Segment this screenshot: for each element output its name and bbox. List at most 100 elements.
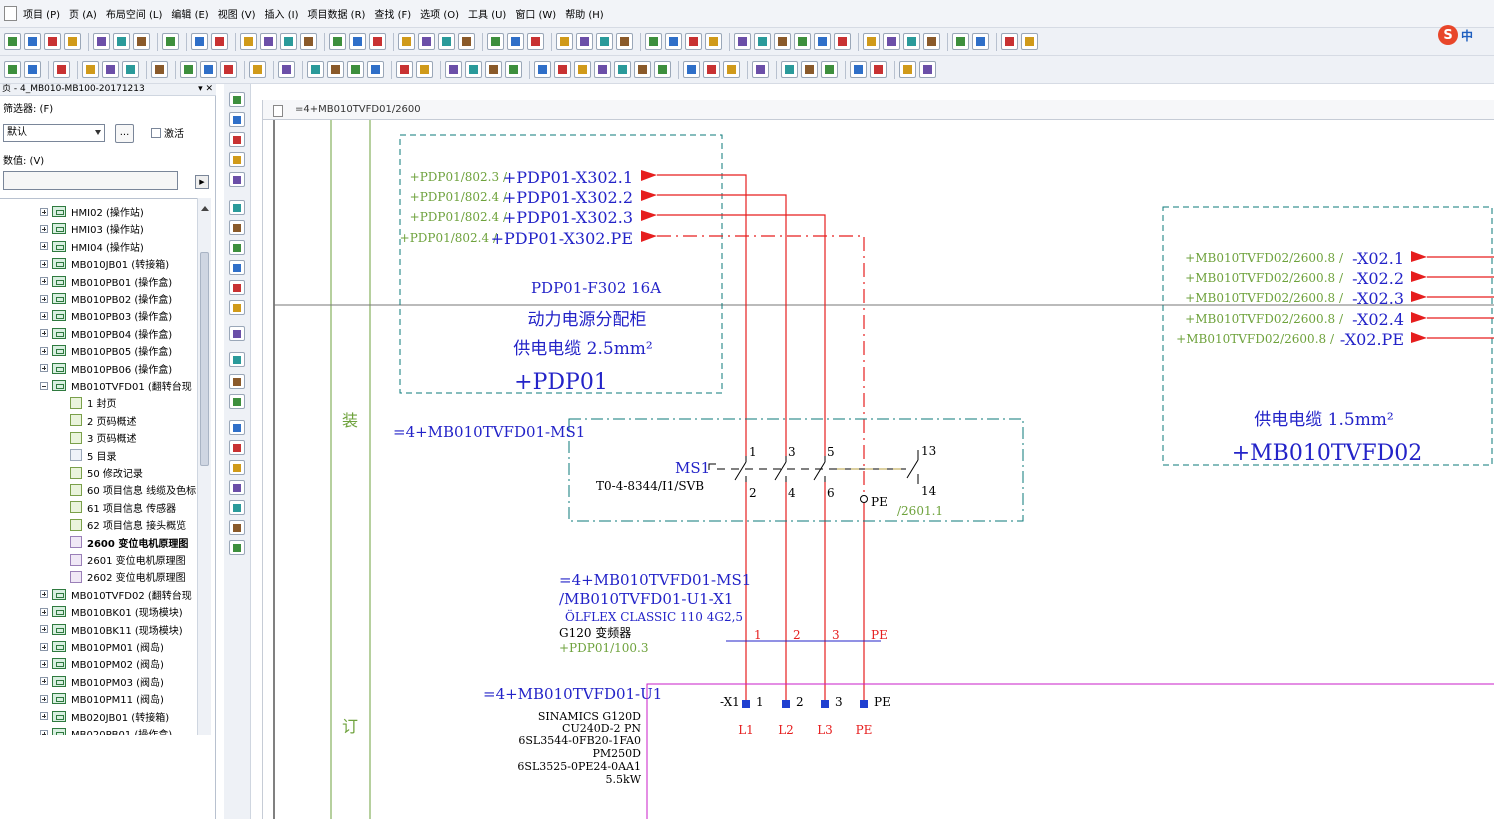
toolbar-button[interactable] xyxy=(249,61,266,78)
expand-icon[interactable] xyxy=(40,712,48,721)
draw-tool-button[interactable] xyxy=(229,374,245,389)
toolbar-button[interactable] xyxy=(180,61,197,78)
vfd2-tag[interactable]: +MB010TVFD02 xyxy=(1232,441,1423,466)
tree-node[interactable]: MB010PB04 (操作盒) xyxy=(40,325,172,342)
toolbar-button[interactable] xyxy=(594,61,611,78)
toolbar-button[interactable] xyxy=(821,61,838,78)
expand-icon[interactable] xyxy=(40,607,48,616)
toolbar-button[interactable] xyxy=(465,61,482,78)
toolbar-button[interactable] xyxy=(82,61,99,78)
toolbar-button[interactable] xyxy=(438,33,455,50)
expand-icon[interactable] xyxy=(40,277,48,286)
value-apply-button[interactable]: ▶ xyxy=(195,175,209,189)
expand-icon[interactable] xyxy=(40,694,48,703)
connector-pin-icon[interactable] xyxy=(821,700,829,708)
draw-tool-button[interactable] xyxy=(229,220,245,235)
toolbar-button[interactable] xyxy=(556,33,573,50)
wire-l3[interactable] xyxy=(657,214,826,456)
tree-scrollbar[interactable] xyxy=(197,198,211,735)
toolbar-button[interactable] xyxy=(485,61,502,78)
menu-options[interactable]: 选项 (O) xyxy=(420,6,459,21)
tree-node[interactable]: MB010JB01 (转接箱) xyxy=(40,255,169,272)
toolbar-button[interactable] xyxy=(200,61,217,78)
tree-node[interactable]: MB010PM11 (阀岛) xyxy=(40,690,164,707)
draw-tool-button[interactable] xyxy=(229,200,245,215)
menu-insert[interactable]: 插入 (I) xyxy=(265,6,299,21)
menu-window[interactable]: 窗口 (W) xyxy=(515,6,556,21)
toolbar-button[interactable] xyxy=(327,61,344,78)
tree-node[interactable]: MB010PB01 (操作盒) xyxy=(40,273,172,290)
tree-node[interactable]: MB010PB05 (操作盒) xyxy=(40,342,172,359)
tree-page-item[interactable]: 5 目录 xyxy=(70,447,117,464)
wire-l1[interactable] xyxy=(657,174,747,456)
toolbar-button[interactable] xyxy=(280,33,297,50)
vfd2-terminal-pe[interactable]: -X02.PE xyxy=(1340,330,1404,349)
schematic-canvas[interactable]: =4+MB010TVFD01/2600 装 订 +PDP01/802.3 / +… xyxy=(262,100,1494,819)
toolbar-button[interactable] xyxy=(122,61,139,78)
tree-page-item[interactable]: 2602 变位电机原理图 xyxy=(70,568,186,585)
tree-node[interactable]: MB010BK11 (现场模块) xyxy=(40,621,183,638)
tree-page-item[interactable]: 2600 变位电机原理图 xyxy=(70,534,188,551)
filter-browse-button[interactable]: ... xyxy=(115,124,134,143)
toolbar-button[interactable] xyxy=(527,33,544,50)
toolbar-button[interactable] xyxy=(329,33,346,50)
toolbar-button[interactable] xyxy=(645,33,662,50)
tree-node[interactable]: MB010PM01 (阀岛) xyxy=(40,638,164,655)
menu-project-data[interactable]: 项目数据 (R) xyxy=(307,6,365,21)
toolbar-button[interactable] xyxy=(418,33,435,50)
expand-icon[interactable] xyxy=(40,294,48,303)
u1-device-border[interactable] xyxy=(646,683,1494,819)
toolbar-button[interactable] xyxy=(654,61,671,78)
pdp-tag[interactable]: +PDP01 xyxy=(514,370,608,395)
expand-icon[interactable] xyxy=(40,590,48,599)
pdp-terminal-pe[interactable]: +PDP01-X302.PE xyxy=(491,229,633,248)
expand-icon[interactable] xyxy=(40,259,48,268)
vfd2-terminal-1[interactable]: -X02.1 xyxy=(1352,249,1404,268)
expand-icon[interactable] xyxy=(40,224,48,233)
vfd2-terminal-4[interactable]: -X02.4 xyxy=(1352,310,1404,329)
toolbar-button[interactable] xyxy=(919,61,936,78)
connector-pin-icon[interactable] xyxy=(782,700,790,708)
toolbar-button[interactable] xyxy=(705,33,722,50)
tree-node[interactable]: MB010BK01 (现场模块) xyxy=(40,603,183,620)
tree-page-item[interactable]: 61 项目信息 传感器 xyxy=(70,499,176,516)
pdp-terminal-2[interactable]: +PDP01-X302.2 xyxy=(503,188,633,207)
toolbar-button[interactable] xyxy=(574,61,591,78)
toolbar-button[interactable] xyxy=(369,33,386,50)
toolbar-button[interactable] xyxy=(794,33,811,50)
value-input[interactable] xyxy=(3,171,178,190)
ms1-label[interactable]: MS1 xyxy=(675,459,710,477)
toolbar-button[interactable] xyxy=(24,33,41,50)
toolbar-button[interactable] xyxy=(554,61,571,78)
toolbar-button[interactable] xyxy=(93,33,110,50)
expand-icon[interactable] xyxy=(40,311,48,320)
filter-select[interactable]: 默认 xyxy=(3,124,105,142)
toolbar-button[interactable] xyxy=(863,33,880,50)
toolbar-button[interactable] xyxy=(113,33,130,50)
toolbar-button[interactable] xyxy=(634,61,651,78)
menu-page[interactable]: 页 (A) xyxy=(69,6,97,21)
toolbar-button[interactable] xyxy=(367,61,384,78)
draw-tool-button[interactable] xyxy=(229,394,245,409)
toolbar-button[interactable] xyxy=(4,33,21,50)
toolbar-button[interactable] xyxy=(240,33,257,50)
toolbar-button[interactable] xyxy=(191,33,208,50)
toolbar-button[interactable] xyxy=(349,33,366,50)
tree-node[interactable]: MB010PM03 (阀岛) xyxy=(40,673,164,690)
toolbar-button[interactable] xyxy=(774,33,791,50)
toolbar-button[interactable] xyxy=(952,33,969,50)
toolbar-button[interactable] xyxy=(834,33,851,50)
draw-tool-button[interactable] xyxy=(229,92,245,107)
document-icon[interactable] xyxy=(4,6,17,21)
menu-find[interactable]: 查找 (F) xyxy=(374,6,411,21)
draw-tool-button[interactable] xyxy=(229,440,245,455)
toolbar-button[interactable] xyxy=(883,33,900,50)
activate-checkbox[interactable]: 激活 xyxy=(151,125,184,140)
tree-node[interactable]: HMI02 (操作站) xyxy=(40,203,144,220)
tree-node[interactable]: MB020JB01 (转接箱) xyxy=(40,708,169,725)
tree-node[interactable]: MB010PB02 (操作盒) xyxy=(40,290,172,307)
expand-icon[interactable] xyxy=(40,364,48,373)
tree-node[interactable]: MB010TVFD01 (翻转台现 xyxy=(40,377,192,394)
toolbar-button[interactable] xyxy=(260,33,277,50)
menu-tools[interactable]: 工具 (U) xyxy=(468,6,506,21)
